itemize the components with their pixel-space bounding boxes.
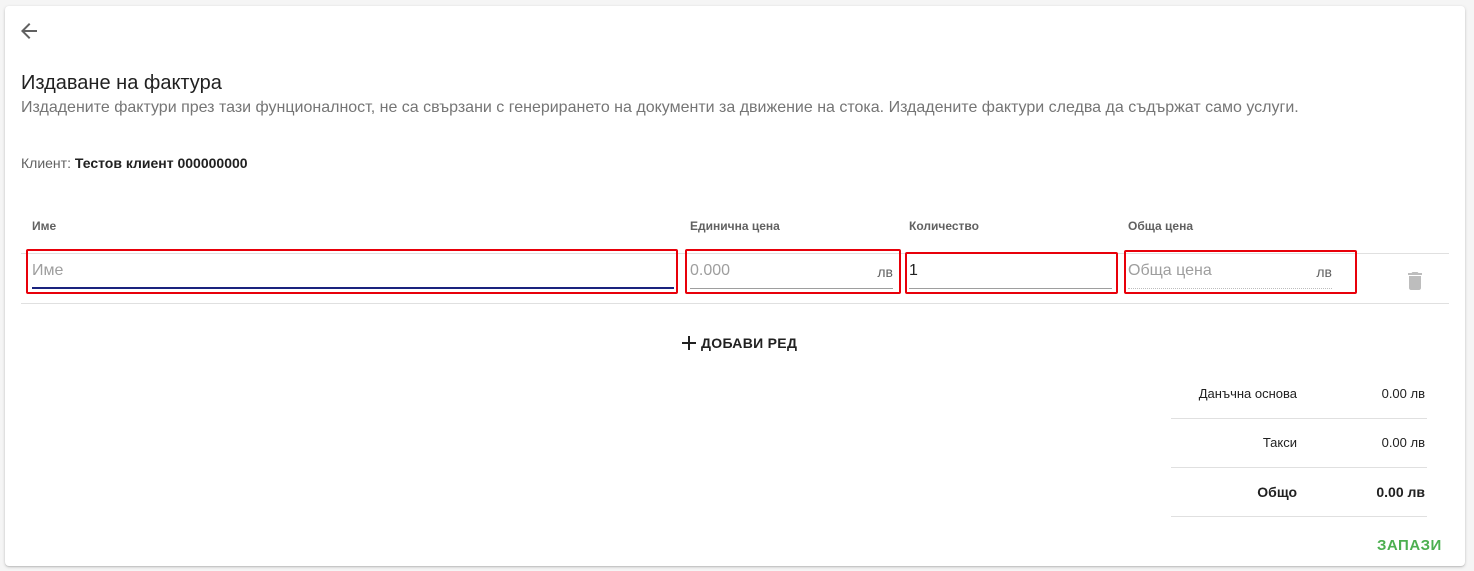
column-header-quantity: Количество <box>909 219 979 233</box>
tax-base-value: 0.00 лв <box>1381 386 1425 401</box>
unit-price-currency: лв <box>877 264 893 280</box>
total-price-input[interactable] <box>1128 256 1298 286</box>
save-button[interactable]: ЗАПАЗИ <box>1377 537 1442 554</box>
back-button[interactable] <box>17 19 41 43</box>
unit-price-field: лв <box>690 256 893 292</box>
fees-label: Такси <box>1262 435 1297 450</box>
totals-summary: Данъчна основа 0.00 лв Такси 0.00 лв Общ… <box>1171 370 1427 517</box>
item-name-input[interactable] <box>32 256 674 286</box>
total-price-field: лв <box>1128 256 1332 292</box>
quantity-input[interactable] <box>909 256 1112 286</box>
client-value: Тестов клиент 000000000 <box>74 155 248 171</box>
unit-price-input[interactable] <box>690 256 860 286</box>
fees-value: 0.00 лв <box>1381 435 1425 450</box>
total-price-currency: лв <box>1316 264 1332 280</box>
table-row-divider <box>21 303 1449 304</box>
tax-base-label: Данъчна основа <box>1198 386 1297 401</box>
delete-row-button[interactable] <box>1403 269 1427 293</box>
grand-total-label: Общо <box>1257 484 1297 500</box>
total-price-underline <box>1128 288 1332 289</box>
trash-icon <box>1408 272 1422 290</box>
column-header-total-price: Обща цена <box>1128 219 1193 233</box>
unit-price-underline <box>690 288 893 289</box>
client-info: Клиент: Тестов клиент 000000000 <box>21 155 248 171</box>
item-name-field <box>32 256 674 292</box>
arrow-left-icon <box>21 23 37 39</box>
page-subtitle: Издадените фактури през тази фунционално… <box>21 99 1299 116</box>
plus-icon <box>682 336 696 350</box>
add-row-button[interactable]: ДОБАВИ РЕД <box>681 331 797 355</box>
client-label: Клиент: <box>21 155 71 171</box>
grand-total-value: 0.00 лв <box>1376 484 1425 500</box>
totals-row-fees: Такси 0.00 лв <box>1171 419 1427 468</box>
quantity-underline <box>909 288 1112 289</box>
add-row-label: ДОБАВИ РЕД <box>701 335 798 351</box>
item-name-underline <box>32 287 674 289</box>
column-header-name: Име <box>32 219 57 233</box>
quantity-field <box>909 256 1112 292</box>
invoice-card: Издаване на фактура Издадените фактури п… <box>5 6 1465 566</box>
page-title: Издаване на фактура <box>21 72 222 94</box>
totals-row-tax-base: Данъчна основа 0.00 лв <box>1171 370 1427 419</box>
totals-row-grand-total: Общо 0.00 лв <box>1171 468 1427 517</box>
column-header-unit-price: Единична цена <box>690 219 780 233</box>
